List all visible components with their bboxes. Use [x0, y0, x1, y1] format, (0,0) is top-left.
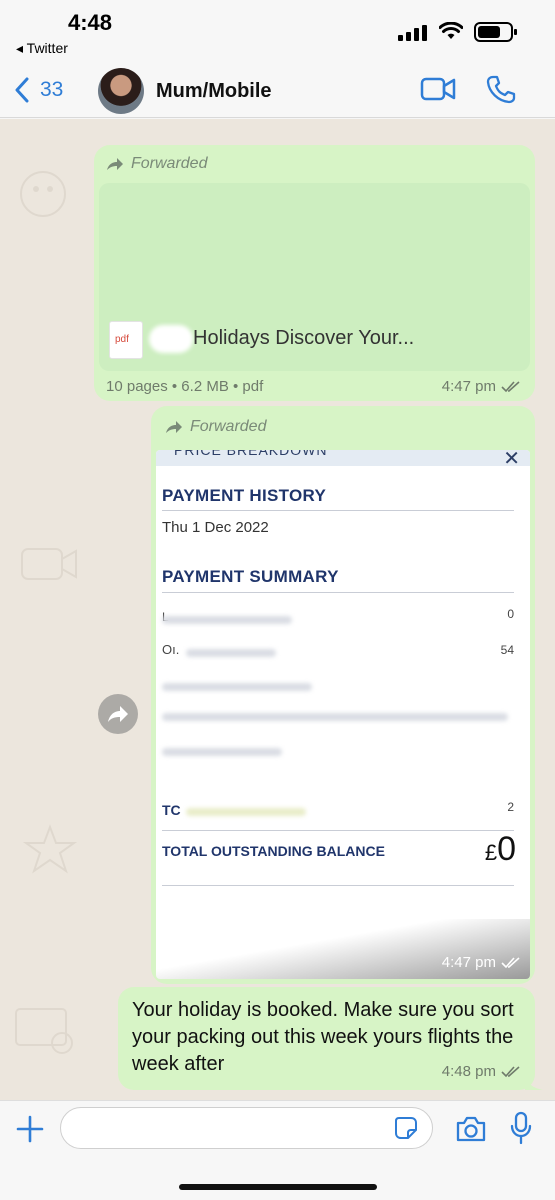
status-bar: 4:48 ◂ Twitter [0, 0, 555, 62]
pdf-file-icon: pdf [109, 321, 143, 359]
back-to-app-link[interactable]: ◂ Twitter [16, 40, 68, 57]
total-outstanding-label: TOTAL OUTSTANDING BALANCE [162, 843, 385, 859]
redacted-row [186, 649, 276, 657]
summary-row-label-partial: Oı. [162, 642, 180, 657]
divider [162, 885, 514, 886]
read-receipt-icon [501, 380, 520, 392]
phone-call-icon[interactable] [486, 74, 516, 104]
summary-row-label-partial: TC [162, 802, 181, 818]
divider [162, 592, 514, 593]
document-meta: 10 pages • 6.2 MB • pdf [106, 378, 264, 395]
sticker-icon[interactable] [394, 1116, 418, 1140]
forward-share-icon [108, 706, 128, 722]
message-bubble-text[interactable]: Your holiday is booked. Make sure you so… [118, 987, 543, 1090]
chevron-left-icon [15, 77, 29, 103]
unread-count: 33 [40, 78, 64, 101]
redacted-row [162, 616, 292, 624]
document-preview[interactable]: pdf Holidays Discover Your... [99, 183, 530, 371]
forwarded-label: Forwarded [165, 418, 266, 436]
summary-row-value-partial: 0 [507, 607, 514, 621]
status-time: 4:48 [68, 10, 113, 35]
message-time: 4:48 pm [442, 1063, 521, 1080]
message-input[interactable] [60, 1107, 433, 1149]
forwarded-text: Forwarded [190, 418, 267, 435]
redacted-row [162, 683, 312, 691]
summary-row-value-partial: 2 [507, 800, 514, 814]
forwarded-label: Forwarded [106, 155, 207, 173]
contact-name[interactable]: Mum/Mobile [156, 80, 272, 103]
camera-icon[interactable] [455, 1115, 487, 1143]
message-time-text: 4:47 pm [441, 954, 496, 971]
avatar[interactable] [98, 68, 144, 114]
summary-row-value-partial: 54 [500, 643, 514, 657]
read-receipt-icon [501, 1065, 520, 1077]
plus-icon[interactable] [16, 1115, 44, 1143]
battery-icon [474, 22, 517, 42]
video-call-icon[interactable] [420, 76, 456, 102]
bubble-tail-icon [525, 1074, 543, 1090]
forwarded-text: Forwarded [131, 155, 208, 172]
cellular-signal-icon [398, 25, 427, 41]
currency-symbol: £ [484, 840, 498, 865]
message-time-text: 4:48 pm [441, 1063, 496, 1080]
payment-screenshot-image[interactable]: PRICE BREAKDOWN ✕ PAYMENT HISTORY Thu 1 … [156, 450, 530, 979]
home-indicator[interactable] [179, 1184, 377, 1190]
read-receipt-icon [501, 956, 520, 968]
document-title: Holidays Discover Your... [193, 327, 415, 349]
share-forward-button[interactable] [98, 694, 138, 734]
message-bubble-image[interactable]: Forwarded PRICE BREAKDOWN ✕ PAYMENT HIST… [151, 406, 535, 984]
message-time: 4:47 pm [442, 378, 521, 395]
price-breakdown-heading: PRICE BREAKDOWN [174, 450, 328, 458]
redacted-area [149, 325, 193, 353]
divider [162, 830, 514, 831]
message-time: 4:47 pm [442, 954, 521, 971]
payment-history-heading: PAYMENT HISTORY [162, 486, 327, 505]
message-time-text: 4:47 pm [441, 378, 496, 395]
total-outstanding-value: £0 [485, 830, 516, 869]
chat-area[interactable]: Forwarded pdf Holidays Discover Your... … [0, 119, 555, 1100]
payment-summary-heading: PAYMENT SUMMARY [162, 567, 339, 586]
wifi-icon [439, 22, 463, 39]
microphone-icon[interactable] [509, 1111, 533, 1145]
forwarded-arrow-icon [166, 421, 182, 433]
redacted-row [186, 808, 306, 816]
redacted-row [162, 713, 508, 721]
chat-header: 33 Mum/Mobile [0, 62, 555, 118]
wallpaper-doodle-icon [15, 1008, 73, 1054]
divider [162, 510, 514, 511]
payment-date: Thu 1 Dec 2022 [162, 519, 269, 536]
pdf-file-label: pdf [115, 334, 129, 345]
wallpaper-doodle-icon [22, 824, 78, 874]
message-composer [0, 1100, 555, 1200]
screenshot-top-strip: PRICE BREAKDOWN ✕ [156, 450, 530, 470]
redacted-row [162, 748, 282, 756]
forwarded-arrow-icon [107, 158, 123, 170]
close-icon: ✕ [503, 450, 520, 470]
total-amount: 0 [497, 830, 516, 868]
message-bubble-document[interactable]: Forwarded pdf Holidays Discover Your... … [94, 145, 535, 401]
wallpaper-doodle-icon [21, 548, 77, 580]
wallpaper-doodle-icon [20, 171, 66, 217]
back-button[interactable]: 33 [14, 76, 63, 104]
